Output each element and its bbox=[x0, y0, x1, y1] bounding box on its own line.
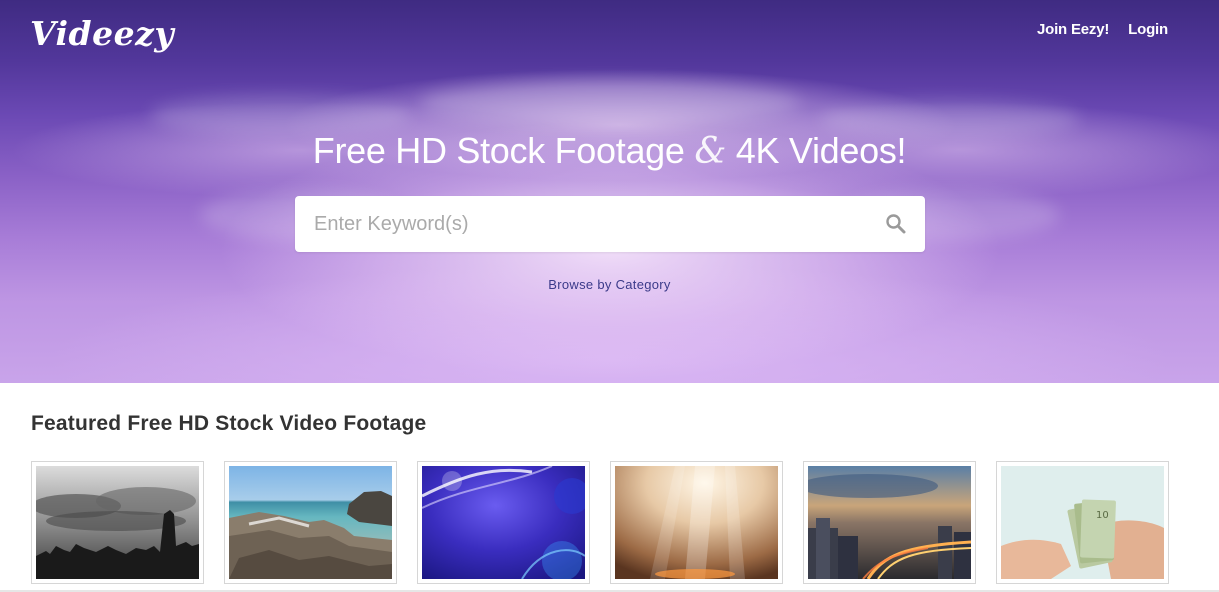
thumbnail-image: 10 bbox=[1001, 466, 1164, 579]
video-thumbnail-city-skyline[interactable] bbox=[31, 461, 204, 584]
hero-title-part2: 4K Videos! bbox=[735, 130, 907, 171]
search-box bbox=[295, 196, 925, 252]
video-thumbnail-city-highway[interactable] bbox=[803, 461, 976, 584]
video-thumbnail-hands-money[interactable]: 10 bbox=[996, 461, 1169, 584]
hero-title-ampersand: & bbox=[694, 131, 727, 172]
hero-title-part1: Free HD Stock Footage bbox=[312, 130, 685, 171]
search-input[interactable] bbox=[295, 196, 874, 252]
video-thumbnail-blue-light[interactable] bbox=[417, 461, 590, 584]
login-link[interactable]: Login bbox=[1128, 21, 1168, 38]
videezy-logo[interactable]: Videezy bbox=[30, 14, 174, 53]
video-thumbnail-golden-rays[interactable] bbox=[610, 461, 783, 584]
thumbnail-image bbox=[615, 466, 778, 579]
video-thumbnail-rocky-beach[interactable] bbox=[224, 461, 397, 584]
svg-text:10: 10 bbox=[1096, 510, 1109, 521]
top-nav: Join Eezy! Login bbox=[1037, 21, 1168, 38]
hero-title: Free HD Stock Footage & 4K Videos! bbox=[0, 130, 1219, 172]
browse-by-category-link[interactable]: Browse by Category bbox=[548, 277, 670, 292]
browse-category-row: Browse by Category bbox=[0, 277, 1219, 292]
thumbnail-image bbox=[36, 466, 199, 579]
featured-thumbnails: 10 bbox=[31, 461, 1169, 585]
thumbnail-image bbox=[229, 466, 392, 579]
join-eezy-link[interactable]: Join Eezy! bbox=[1037, 21, 1109, 38]
search-icon[interactable] bbox=[885, 213, 907, 235]
hero-banner: Videezy Join Eezy! Login Free HD Stock F… bbox=[0, 0, 1219, 383]
thumbnail-image bbox=[422, 466, 585, 579]
featured-section-title: Featured Free HD Stock Video Footage bbox=[31, 412, 427, 435]
thumbnail-image bbox=[808, 466, 971, 579]
